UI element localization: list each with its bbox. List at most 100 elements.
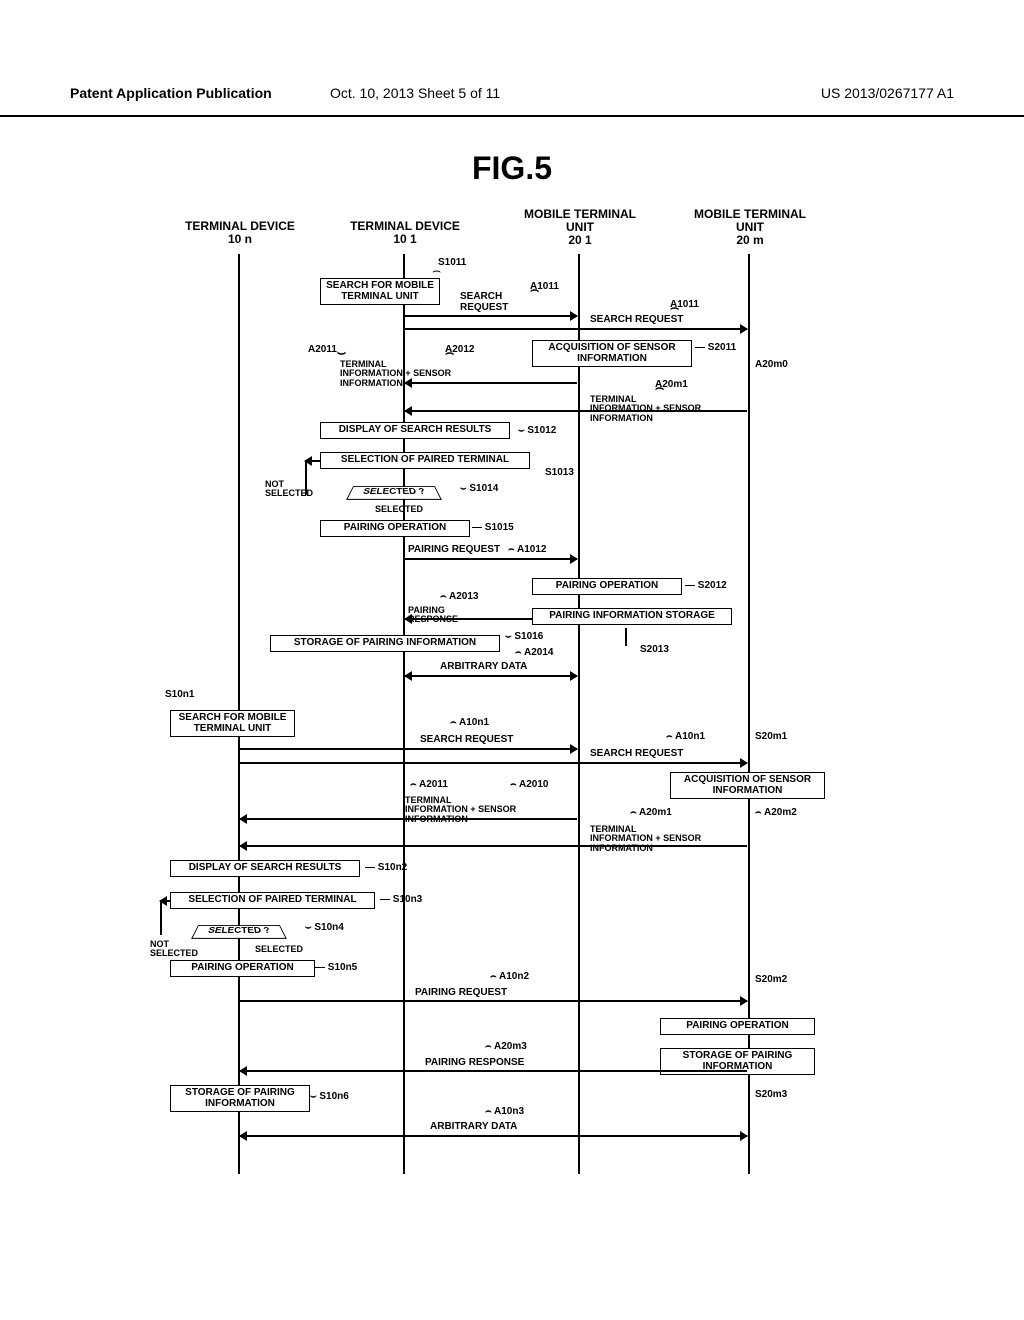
col1-text: TERMINAL DEVICE <box>185 219 295 233</box>
arrow-pairing-req-1 <box>405 558 577 560</box>
label-arb-data-1: ARBITRARY DATA <box>440 662 527 673</box>
label-s1015: — S1015 <box>472 523 514 534</box>
label-arb-data-2: ARBITRARY DATA <box>430 1122 517 1133</box>
col3-label: MOBILE TERMINAL UNIT 20 1 <box>520 208 640 248</box>
box-acq-sensor-2: ACQUISITION OF SENSOR INFORMATION <box>670 772 825 799</box>
label-pairing-req-2: PAIRING REQUEST <box>415 988 507 999</box>
figure-title: FIG.5 <box>0 150 1024 187</box>
loop-arrow-2 <box>160 900 170 902</box>
label-a1012: ⌢ A1012 <box>508 545 546 556</box>
label-s2013: S2013 <box>640 645 669 656</box>
label-a2012: ⌢ A2012 <box>445 345 474 356</box>
label-a2010: ⌢ A2010 <box>510 780 548 791</box>
label-a20m0: A20m0 <box>755 360 788 371</box>
arrow-a10n2 <box>240 1000 747 1002</box>
label-selected-1: SELECTED <box>375 505 423 514</box>
decision-selected-2: SELECTED ? <box>191 925 287 938</box>
tilde-icon: ⌢ <box>432 262 441 279</box>
box-pairing-op-2: PAIRING OPERATION <box>170 960 315 977</box>
label-s20m2: S20m2 <box>755 975 787 986</box>
col1-sub: 10 n <box>228 232 252 246</box>
header-mid: Oct. 10, 2013 Sheet 5 of 11 <box>330 85 500 101</box>
box-store-pairing-1: STORAGE OF PAIRING INFORMATION <box>270 635 500 652</box>
label-s1016: ⌣ S1016 <box>505 632 543 643</box>
label-a20m1b: ⌢ A20m1 <box>630 808 672 819</box>
box-pairing-op-201: PAIRING OPERATION <box>532 578 682 595</box>
label-a2014: ⌢ A2014 <box>515 648 553 659</box>
col2-sub: 10 1 <box>393 232 416 246</box>
label-a10n1-2: ⌢ A10n1 <box>666 732 705 743</box>
label-s1013: S1013 <box>545 468 574 479</box>
label-search-req-2: SEARCH REQUEST <box>590 315 683 326</box>
box-pairing-op-20m: PAIRING OPERATION <box>660 1018 815 1035</box>
col3-sub: 20 1 <box>568 233 591 247</box>
label-term-sensor-1: TERMINALINFORMATION + SENSORINFORMATION <box>340 360 451 388</box>
label-a2011: A2011 ⌣ <box>308 345 337 356</box>
label-selected-2: SELECTED <box>255 945 303 954</box>
loop-arrow-1 <box>305 460 320 462</box>
label-s10n4: ⌣ S10n4 <box>305 923 344 934</box>
arrow-arb-data-1l <box>405 675 577 677</box>
arrow-a10n1-2 <box>240 762 747 764</box>
label-search-req-3: SEARCH REQUEST <box>420 735 513 746</box>
label-s2011: — S2011 <box>695 343 736 354</box>
box-search-mobile-2: SEARCH FOR MOBILE TERMINAL UNIT <box>170 710 295 737</box>
label-s1014: ⌣ S1014 <box>460 484 498 495</box>
sequence-diagram: TERMINAL DEVICE 10 n TERMINAL DEVICE 10 … <box>150 200 950 1200</box>
box-pairing-info-store: PAIRING INFORMATION STORAGE <box>532 608 732 625</box>
label-a1011-1: ⌢ A1011 <box>530 282 559 293</box>
label-term-sensor-4: TERMINALINFORMATION + SENSORINFORMATION <box>590 825 701 853</box>
label-s20m1: S20m1 <box>755 732 787 743</box>
label-a1011-2: ⌢ A1011 <box>670 300 699 311</box>
label-term-sensor-2: TERMINALINFORMATION + SENSORINFORMATION <box>590 395 701 423</box>
label-a10n1-1: ⌢ A10n1 <box>450 718 489 729</box>
label-search-req-4: SEARCH REQUEST <box>590 749 683 760</box>
label-pairing-resp-2: PAIRING RESPONSE <box>425 1058 524 1069</box>
arrow-a1011-1 <box>405 315 577 317</box>
box-search-mobile: SEARCH FOR MOBILE TERMINAL UNIT <box>320 278 440 305</box>
label-s1012: ⌣ S1012 <box>518 426 556 437</box>
lifeline-3 <box>578 254 580 1174</box>
page: Patent Application Publication Oct. 10, … <box>0 0 1024 1320</box>
label-s10n1: S10n1 <box>165 690 194 701</box>
label-s10n2: — S10n2 <box>365 863 407 874</box>
box-store-pairing-2: STORAGE OF PAIRING INFORMATION <box>170 1085 310 1112</box>
label-a20m1: ⌢ A20m1 <box>655 380 688 391</box>
label-a10n3: ⌢ A10n3 <box>485 1107 524 1118</box>
label-s10n6: ⌣ S10n6 <box>310 1092 349 1103</box>
page-header: Patent Application Publication Oct. 10, … <box>0 85 1024 117</box>
col4-label: MOBILE TERMINAL UNIT 20 m <box>690 208 810 248</box>
col3-text: MOBILE TERMINAL UNIT <box>524 207 636 234</box>
box-acq-sensor-1: ACQUISITION OF SENSOR INFORMATION <box>532 340 692 367</box>
label-a20m3: ⌢ A20m3 <box>485 1042 527 1053</box>
arrow-a1011-2 <box>405 328 747 330</box>
header-left: Patent Application Publication <box>70 85 272 101</box>
box-pairing-op-1: PAIRING OPERATION <box>320 520 470 537</box>
box-display-results-2: DISPLAY OF SEARCH RESULTS <box>170 860 360 877</box>
col2-label: TERMINAL DEVICE 10 1 <box>345 220 465 246</box>
header-right: US 2013/0267177 A1 <box>821 85 954 101</box>
label-a10n2: ⌢ A10n2 <box>490 972 529 983</box>
box-select-paired-2: SELECTION OF PAIRED TERMINAL <box>170 892 375 909</box>
label-pairing-req-1: PAIRING REQUEST <box>408 545 500 556</box>
arrow-a10n1-1 <box>240 748 577 750</box>
col4-text: MOBILE TERMINAL UNIT <box>694 207 806 234</box>
label-a2011b: ⌢ A2011 <box>410 780 448 791</box>
label-a20m2: ⌢ A20m2 <box>755 808 797 819</box>
arrow-a20m3 <box>240 1070 747 1072</box>
lifeline-2 <box>403 254 405 1174</box>
decision-selected-1: SELECTED ? <box>346 486 442 499</box>
arrow-arb-data-2l <box>240 1135 747 1137</box>
label-s2012: — S2012 <box>685 581 727 592</box>
label-a2013: ⌢ A2013 <box>440 592 478 603</box>
label-s1011: S1011 <box>438 258 466 269</box>
lifeline-4 <box>748 254 750 1174</box>
box-display-results-1: DISPLAY OF SEARCH RESULTS <box>320 422 510 439</box>
label-s10n3: — S10n3 <box>380 895 422 906</box>
connector-s2013 <box>625 628 627 646</box>
label-not-selected-2: NOTSELECTED <box>150 940 198 959</box>
label-term-sensor-3: TERMINALINFORMATION + SENSORINFORMATION <box>405 796 516 824</box>
label-s20m3: S20m3 <box>755 1090 787 1101</box>
col4-sub: 20 m <box>736 233 763 247</box>
col2-text: TERMINAL DEVICE <box>350 219 460 233</box>
